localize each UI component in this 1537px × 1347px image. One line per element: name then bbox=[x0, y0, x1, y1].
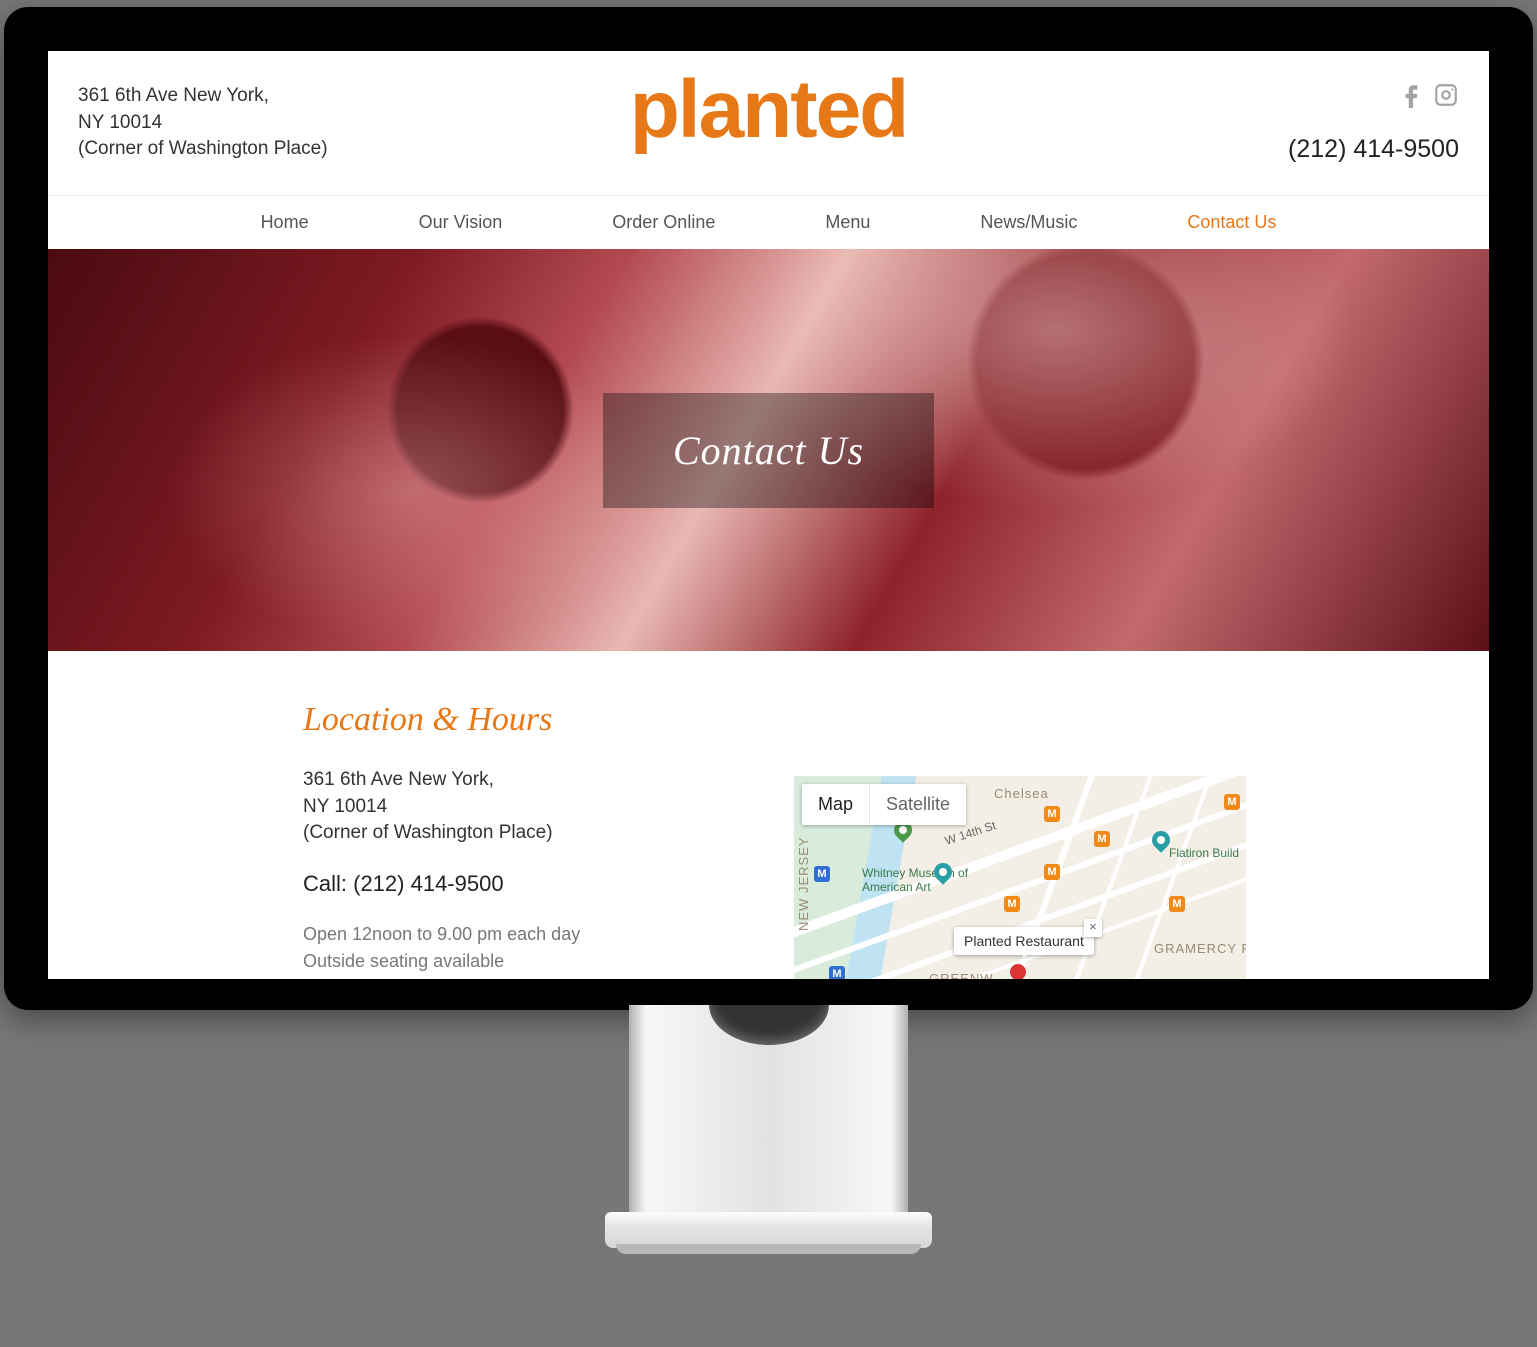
address-line: 361 6th Ave New York, bbox=[78, 83, 328, 110]
map-poi-label: Flatiron Build bbox=[1169, 846, 1239, 860]
monitor-mockup: 361 6th Ave New York, NY 10014 (Corner o… bbox=[0, 0, 1537, 1347]
facebook-icon[interactable] bbox=[1399, 82, 1425, 113]
map-pin-text: Planted Restaurant bbox=[964, 933, 1084, 949]
map-metro-icon: M bbox=[814, 866, 830, 882]
nav-menu[interactable]: Menu bbox=[825, 212, 870, 233]
map-poi-label: Whitney Museum of American Art bbox=[862, 866, 992, 894]
header-bar: 361 6th Ave New York, NY 10014 (Corner o… bbox=[48, 51, 1489, 196]
map-metro-icon: M bbox=[1224, 794, 1240, 810]
nav-contact-us[interactable]: Contact Us bbox=[1187, 212, 1276, 233]
header-phone[interactable]: (212) 414-9500 bbox=[1288, 135, 1459, 164]
monitor-stand-base bbox=[605, 1212, 932, 1248]
nav-our-vision[interactable]: Our Vision bbox=[419, 212, 503, 233]
instagram-icon[interactable] bbox=[1433, 82, 1459, 113]
brand-logo[interactable]: planted bbox=[630, 69, 908, 151]
nav-order-online[interactable]: Order Online bbox=[612, 212, 715, 233]
map-metro-icon: M bbox=[1044, 806, 1060, 822]
screen: 361 6th Ave New York, NY 10014 (Corner o… bbox=[48, 51, 1489, 979]
map-embed[interactable]: Chelsea GRAMERCY P GREENW NEW JERSEY Whi… bbox=[794, 776, 1246, 979]
map-pin-label: Planted Restaurant × bbox=[954, 927, 1094, 955]
close-icon[interactable]: × bbox=[1084, 919, 1102, 937]
monitor-stand-foot bbox=[616, 1244, 921, 1254]
map-area-label: GRAMERCY P bbox=[1154, 941, 1246, 956]
address-line: (Corner of Washington Place) bbox=[78, 136, 328, 163]
map-metro-icon: M bbox=[1044, 864, 1060, 880]
nav-home[interactable]: Home bbox=[261, 212, 309, 233]
header-right: (212) 414-9500 bbox=[1288, 82, 1459, 164]
map-button-satellite[interactable]: Satellite bbox=[869, 784, 966, 825]
map-area-label: Chelsea bbox=[994, 786, 1049, 801]
content-section: Location & Hours 361 6th Ave New York, N… bbox=[48, 651, 1489, 975]
map-area-label: GREENW bbox=[929, 971, 994, 979]
map-metro-icon: M bbox=[1094, 831, 1110, 847]
hero-title-box: Contact Us bbox=[603, 393, 934, 508]
monitor-stand-neck bbox=[629, 1005, 908, 1227]
social-icons bbox=[1288, 82, 1459, 113]
hero-title: Contact Us bbox=[673, 427, 864, 474]
map-area-label: NEW JERSEY bbox=[796, 836, 811, 931]
map-metro-icon: M bbox=[829, 966, 845, 979]
nav-news-music[interactable]: News/Music bbox=[980, 212, 1077, 233]
section-title: Location & Hours bbox=[303, 701, 1489, 739]
header-address: 361 6th Ave New York, NY 10014 (Corner o… bbox=[78, 83, 328, 163]
monitor-bezel: 361 6th Ave New York, NY 10014 (Corner o… bbox=[4, 7, 1533, 1010]
map-button-map[interactable]: Map bbox=[802, 784, 869, 825]
hero-banner: Contact Us bbox=[48, 249, 1489, 651]
main-nav: Home Our Vision Order Online Menu News/M… bbox=[48, 196, 1489, 249]
map-type-controls: Map Satellite bbox=[802, 784, 966, 825]
map-metro-icon: M bbox=[1004, 896, 1020, 912]
address-line: NY 10014 bbox=[78, 110, 328, 137]
map-metro-icon: M bbox=[1169, 896, 1185, 912]
